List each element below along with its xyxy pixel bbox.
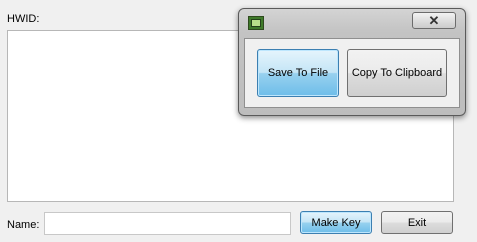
- close-button[interactable]: ✕: [412, 12, 456, 29]
- name-label: Name:: [7, 219, 40, 231]
- make-key-button[interactable]: Make Key: [300, 211, 372, 234]
- popup-client-area: Save To File Copy To Clipboard: [244, 38, 460, 108]
- close-icon: ✕: [428, 12, 440, 28]
- copy-to-clipboard-button[interactable]: Copy To Clipboard: [347, 49, 447, 97]
- popup-window: ✕ Save To File Copy To Clipboard: [238, 8, 466, 116]
- save-to-file-button[interactable]: Save To File: [257, 49, 339, 97]
- name-input[interactable]: [44, 212, 291, 235]
- hwid-label: HWID:: [7, 13, 40, 25]
- exit-button[interactable]: Exit: [381, 211, 453, 234]
- app-icon: [248, 16, 264, 30]
